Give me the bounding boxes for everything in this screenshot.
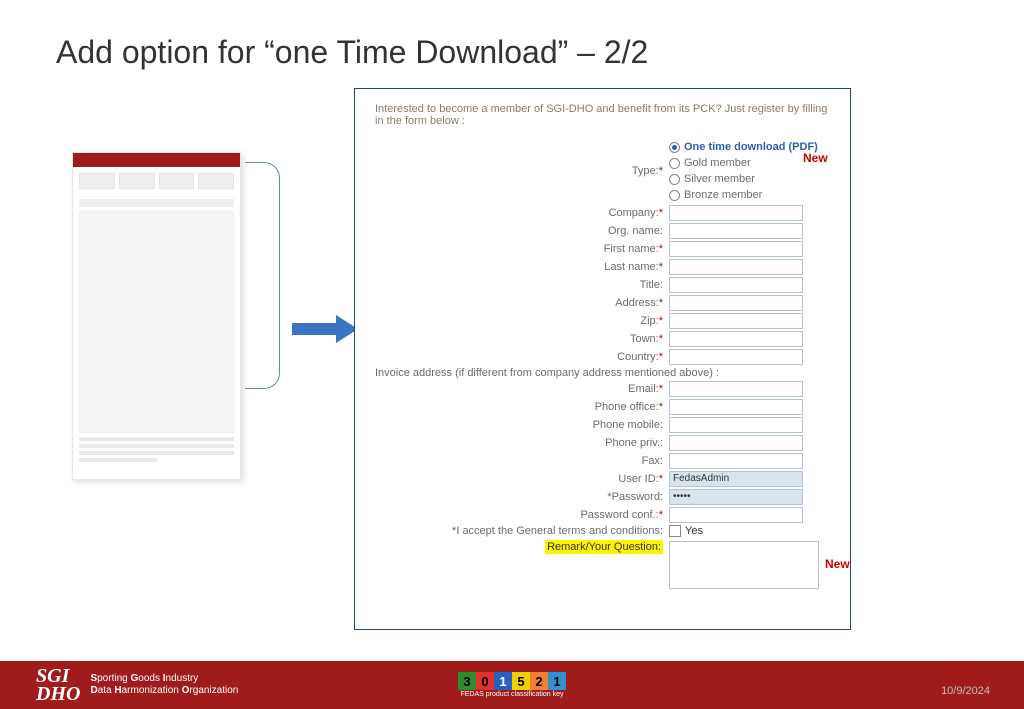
title-field[interactable] [669,277,803,293]
type-radio-group: One time download (PDF) Gold member Silv… [669,139,818,203]
page-title: Add option for “one Time Download” – 2/2 [56,34,648,71]
curly-brace [245,162,280,389]
country-field[interactable] [669,349,803,365]
intro-text: Interested to become a member of SGI-DHO… [375,103,836,127]
terms-checkbox[interactable] [669,525,681,537]
invoice-note: Invoice address (if different from compa… [375,367,836,379]
radio-one-time[interactable] [669,142,680,153]
slide-date: 10/9/2024 [941,685,990,697]
first-name-field[interactable] [669,241,803,257]
password-field[interactable]: ••••• [669,489,803,505]
remark-textarea[interactable] [669,541,819,589]
password-conf-field[interactable] [669,507,803,523]
email-field[interactable] [669,381,803,397]
last-name-field[interactable] [669,259,803,275]
screenshot-thumbnail [72,152,241,480]
radio-gold[interactable] [669,158,680,169]
fax-field[interactable] [669,453,803,469]
phone-priv-field[interactable] [669,435,803,451]
logo: SGI DHO [36,667,80,703]
label-type: Type:* [375,165,669,177]
new-badge-2: New [825,557,850,571]
new-badge-1: New [803,151,828,165]
remark-label: Remark/Your Question: [545,540,663,554]
classification-key-icon: 301521 FEDAS product classification key [458,672,566,698]
radio-bronze[interactable] [669,190,680,201]
town-field[interactable] [669,331,803,347]
form-panel: New New Interested to become a member of… [354,88,851,630]
radio-silver[interactable] [669,174,680,185]
phone-office-field[interactable] [669,399,803,415]
logo-tagline: Sporting Goods Industry Data Harmonizati… [90,673,238,697]
slide: Add option for “one Time Download” – 2/2… [0,0,1024,709]
footer-bar: SGI DHO Sporting Goods Industry Data Har… [0,661,1024,709]
company-field[interactable] [669,205,803,221]
arrow-icon [292,315,358,343]
userid-field[interactable]: FedasAdmin [669,471,803,487]
zip-field[interactable] [669,313,803,329]
phone-mobile-field[interactable] [669,417,803,433]
org-field[interactable] [669,223,803,239]
address-field[interactable] [669,295,803,311]
